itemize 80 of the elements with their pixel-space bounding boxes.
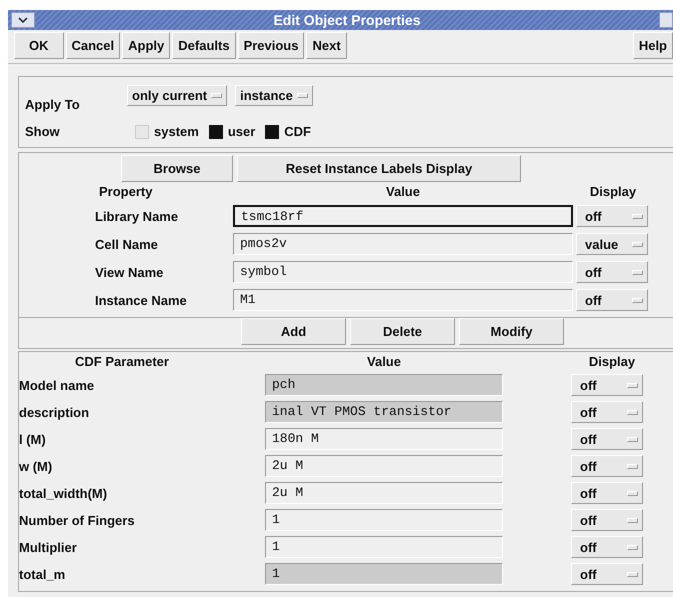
- parameter-field[interactable]: 1: [265, 563, 503, 585]
- property-label: View Name: [95, 264, 164, 280]
- parameter-field[interactable]: 1: [265, 536, 503, 558]
- apply-to-label: Apply To: [25, 97, 81, 112]
- column-header: Display: [588, 184, 638, 199]
- menu-indicator-icon: [211, 93, 222, 98]
- checkbox-label: system: [154, 124, 199, 139]
- menu-indicator-icon: [627, 410, 638, 414]
- display-menu[interactable]: off: [576, 289, 648, 311]
- parameter-label: Model name: [19, 378, 96, 392]
- edit-button[interactable]: Modify: [459, 318, 564, 345]
- edit-button[interactable]: Delete: [350, 318, 455, 345]
- apply-to-menu[interactable]: only current: [127, 85, 228, 106]
- property-field[interactable]: M1: [233, 289, 573, 311]
- property-field[interactable]: pmos2v: [233, 233, 573, 255]
- parameter-label: Number of Fingers: [19, 512, 136, 528]
- display-menu[interactable]: off: [571, 455, 643, 477]
- checkbox[interactable]: [265, 124, 280, 138]
- column-header: CDF Parameter: [74, 354, 170, 369]
- window-title: Edit Object Properties: [272, 12, 422, 28]
- parameter-field[interactable]: 2u M: [265, 482, 503, 504]
- toolbar-button[interactable]: Previous: [238, 32, 304, 59]
- toolbar-button[interactable]: OK: [14, 32, 64, 59]
- chevron-down-icon: [17, 16, 29, 24]
- parameter-field[interactable]: inal VT PMOS transistor: [265, 401, 503, 423]
- parameter-label: Multiplier: [19, 540, 78, 554]
- reset-labels-button[interactable]: Reset Instance Labels Display: [237, 155, 521, 182]
- property-field[interactable]: symbol: [233, 261, 573, 283]
- toolbar-button[interactable]: Apply: [122, 32, 170, 59]
- checkbox[interactable]: [208, 124, 223, 138]
- column-header: Value: [385, 184, 421, 199]
- parameter-label: total_width(M): [19, 486, 108, 500]
- property-label: Instance Name: [95, 292, 188, 308]
- menu-indicator-icon: [632, 214, 643, 218]
- display-menu[interactable]: off: [571, 563, 643, 585]
- checkbox-label: user: [228, 124, 256, 139]
- toolbar-button[interactable]: Defaults: [172, 32, 236, 59]
- parameter-label: l (M): [19, 432, 47, 446]
- column-header: Property: [98, 184, 154, 199]
- menu-indicator-icon: [296, 93, 308, 98]
- display-menu[interactable]: off: [571, 374, 643, 396]
- show-label: Show: [25, 124, 61, 139]
- menu-indicator-icon: [627, 382, 638, 388]
- window-menu-button[interactable]: [11, 12, 35, 28]
- menu-indicator-icon: [627, 464, 638, 468]
- parameter-field[interactable]: 180n M: [265, 428, 503, 450]
- display-menu[interactable]: off: [571, 482, 643, 504]
- display-menu[interactable]: off: [571, 401, 643, 423]
- menu-indicator-icon: [632, 298, 643, 302]
- parameter-label: w (M): [19, 458, 54, 474]
- menu-indicator-icon: [627, 490, 638, 496]
- display-menu[interactable]: off: [576, 261, 648, 283]
- parameter-label: description: [19, 404, 90, 420]
- display-menu[interactable]: off: [576, 205, 648, 227]
- property-label: Library Name: [95, 208, 180, 224]
- toolbar-button[interactable]: Cancel: [66, 32, 120, 59]
- help-button[interactable]: Help: [632, 32, 673, 59]
- display-menu[interactable]: value: [576, 233, 648, 255]
- parameter-field[interactable]: 1: [265, 509, 503, 531]
- menu-indicator-icon: [632, 270, 643, 274]
- parameter-label: total_m: [19, 566, 66, 582]
- edit-button[interactable]: Add: [241, 318, 346, 345]
- menu-indicator-icon: [627, 544, 638, 550]
- menu-indicator-icon: [627, 572, 638, 576]
- display-menu[interactable]: off: [571, 536, 643, 558]
- apply-to-menu[interactable]: instance: [235, 85, 313, 106]
- menu-indicator-icon: [627, 436, 638, 442]
- checkbox-label: CDF: [284, 124, 311, 139]
- property-label: Cell Name: [95, 236, 159, 252]
- menu-indicator-icon: [627, 518, 638, 522]
- parameter-field[interactable]: 2u M: [265, 455, 503, 477]
- toolbar-button[interactable]: Next: [306, 32, 347, 59]
- browse-button[interactable]: Browse: [121, 155, 233, 182]
- display-menu[interactable]: off: [571, 509, 643, 531]
- column-header: Value: [366, 354, 402, 369]
- column-header: Display: [588, 354, 636, 369]
- menu-indicator-icon: [632, 242, 643, 246]
- parameter-field[interactable]: pch: [265, 374, 503, 396]
- property-field[interactable]: tsmc18rf: [233, 205, 573, 227]
- display-menu[interactable]: off: [571, 428, 643, 450]
